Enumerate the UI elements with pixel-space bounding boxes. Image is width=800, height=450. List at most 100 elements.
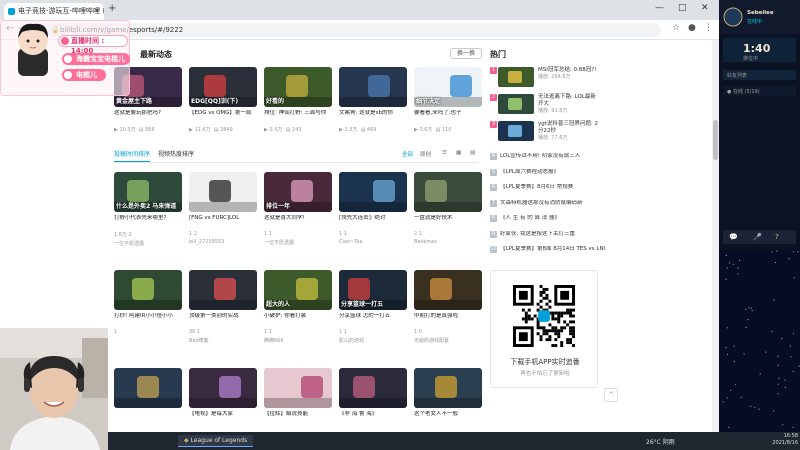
view-grid-icon[interactable]: ▦ [456,150,461,156]
video-thumbnail[interactable]: 排位一年 [264,172,332,212]
browser-tab[interactable]: 电子竞技-游玩互-哔哩哔哩 (゜-゜) ✕ [4,3,104,20]
friends-header[interactable]: 好友列表 [727,72,747,79]
tab-hotness[interactable]: 视频热度排序 [158,149,194,158]
uploader-name[interactable]: bili_27239553 [189,239,257,245]
video-card[interactable]: 排位一年 这就是喜大同学! 1 1 一位不愿透露 [264,172,332,246]
video-thumbnail[interactable]: 超大的人 [264,270,332,310]
video-thumbnail[interactable] [189,368,257,408]
video-thumbnail[interactable] [114,368,182,408]
mic-icon[interactable]: 🎤 [753,233,762,241]
video-card[interactable]: 【电视】是每大家 [189,368,257,429]
uploader-name[interactable]: Bakkmas [414,239,482,245]
hot-list-item[interactable]: 9 好家伙, 我这是按这下关灯三重 [490,230,605,238]
profile-icon[interactable]: ● [688,23,696,33]
video-title[interactable]: 【EDG vs OMG】第一局 [189,110,257,124]
hot-title[interactable]: ygt说科普三冠界问题: 2分22秒 [538,121,600,135]
uploader-name[interactable]: 一位不愿透露 [114,240,182,247]
swap-button[interactable]: 换一换 [450,48,482,59]
video-title[interactable]: 文案狗: 这就是sb的你 [339,110,407,124]
video-title[interactable]: 排位: 神仙打野: 三面与你 [264,110,332,124]
video-title[interactable]: 分享篮球 怎的一打五 [339,313,407,327]
video-thumbnail[interactable]: 细节决定 [414,67,482,107]
video-thumbnail[interactable]: 分享篮球一打五 [339,270,407,310]
hot-list-item[interactable]: 7 文森特机器这那没有消防鼠编码新 [490,199,605,207]
video-title[interactable]: [FNG vs FURC]LOL [189,215,257,229]
video-card[interactable]: 中期打的是真强啦 1 0 无敌的游戏配置 [414,270,482,344]
star-icon[interactable]: ☆ [672,23,680,33]
hot-thumbnail[interactable] [498,94,534,114]
video-card[interactable]: 这个老女人不一般 [414,368,482,429]
video-card[interactable]: 超大的人 小破护: 你看打装 1 1 腾腾666 [264,270,332,344]
new-tab-button[interactable]: + [108,3,116,14]
uploader-name[interactable]: Bad博客 [189,337,257,344]
video-card[interactable]: 文案狗: 这就是sb的你 ▶ 1.3万 ▤ 469 [339,67,407,133]
close-window-button[interactable]: ✕ [701,3,709,13]
taskbar-clock[interactable]: 16:58 2021/8/16 [748,433,798,447]
hot-list-item[interactable]: 10 【LPL夏季赛】第8周 8月14日 TES vs LNG [490,246,605,253]
video-title[interactable]: 一盘就是好技术 [414,215,482,229]
help-icon[interactable]: ? [775,233,779,241]
chat-icon[interactable]: 💬 [729,233,738,241]
video-thumbnail[interactable] [339,67,407,107]
video-card[interactable]: 好看的 排位: 神仙打野: 三面与你 ▶ 3.9万 ▤ 243 [264,67,332,133]
uploader-name[interactable]: 无敌的游戏配置 [414,337,482,344]
back-to-top-button[interactable]: ^ [604,388,618,402]
video-title[interactable]: 《非 海 鲁 海》 [339,411,407,425]
video-card[interactable]: 细节决定 要看看,来吗了,也子 ▶ 3.6万 ▤ 110 [414,67,482,133]
hot-item[interactable]: 2 无法逃离下路: LOL最新开大 播放: 91.8万 [490,94,600,116]
video-title[interactable]: 这个老女人不一般 [414,411,482,425]
hot-title[interactable]: 无法逃离下路: LOL最新开大 [538,94,600,108]
hot-thumbnail[interactable] [498,121,534,141]
taskbar-lol-app[interactable]: ◆ League of Legends [178,435,254,447]
video-card[interactable]: [FNG vs FURC]LOL 1 2 bili_27239553 [189,172,257,245]
qr-code[interactable] [513,285,575,347]
uploader-name[interactable]: 一位不愿透露 [264,239,332,246]
video-thumbnail[interactable] [414,270,482,310]
video-thumbnail[interactable]: 什么是外卖2 马来弹道 [114,172,182,212]
menu-dots-icon[interactable]: ⋮ [704,23,713,33]
video-card[interactable]: EDG[QQ]训(下) 【EDG vs OMG】第一局 ▶ 11.6万 ▤ 2849 [189,67,257,133]
video-card[interactable]: 《非 海 鲁 海》 [339,368,407,429]
hot-item[interactable]: 1 MSI冠军总结: 0.88冠?! 播放: 284.6万 [490,67,600,89]
url-field[interactable]: 🔒 bilibili.com/v/game/esports/#/9222 [46,23,661,37]
minimize-button[interactable]: — [655,3,664,13]
video-title[interactable]: 【拉辉】解说技能 [264,411,332,425]
video-title[interactable]: 这就是要玩那把吗? [114,110,182,124]
taskbar-weather[interactable]: 26°C 阴雨 [646,437,675,446]
maximize-button[interactable]: □ [678,3,687,13]
hot-item[interactable]: 3 ygt说科普三冠界问题: 2分22秒 播放: 77.6万 [490,121,600,143]
hot-list-item[interactable]: 6 【LPL夏季赛】8月6日 常规赛 [490,184,605,191]
view-large-icon[interactable]: ▤ [470,150,475,156]
video-title[interactable]: 打野小代表先来哪里? [114,215,182,229]
video-thumbnail[interactable] [339,172,407,212]
video-thumbnail[interactable]: 好看的 [264,67,332,107]
video-title[interactable]: 中期打的是真强啦 [414,313,482,327]
page-scrollbar[interactable] [712,40,719,432]
hot-title[interactable]: MSI冠军总结: 0.88冠?! [538,67,600,74]
video-card[interactable]: 分享篮球一打五 分享篮球 怎的一打五 1 1 影山的游戏 [339,270,407,344]
video-title[interactable]: 打秒! 阿建IR小小怪小小 [114,313,182,327]
video-card[interactable]: 【拉辉】解说技能 [264,368,332,429]
video-card[interactable]: 一盘就是好技术 2 1 Bakkmas [414,172,482,245]
uploader-name[interactable]: Ciao~Tea [339,239,407,245]
video-title[interactable]: 顶级第一类别的实战 [189,313,257,327]
uploader-name[interactable]: 腾腾666 [264,337,332,344]
tab-close-icon[interactable]: ✕ [94,3,100,20]
video-title[interactable]: 要看看,来吗了,也子 [414,110,482,124]
filter-all[interactable]: 全部 [402,150,413,158]
video-title[interactable] [114,411,182,425]
video-thumbnail[interactable] [189,270,257,310]
video-thumbnail[interactable] [339,368,407,408]
video-thumbnail[interactable] [264,368,332,408]
video-thumbnail[interactable]: EDG[QQ]训(下) [189,67,257,107]
video-card[interactable]: 什么是外卖2 马来弹道 打野小代表先来哪里? 1.6万 2 一位不愿透露 [114,172,182,247]
video-thumbnail[interactable] [414,368,482,408]
tab-upload-time[interactable]: 投稿时间排序 [114,149,151,162]
scroll-thumb[interactable] [713,120,718,160]
view-list-icon[interactable]: ☰ [442,150,447,156]
video-card[interactable]: 顶级第一类别的实战 36 1 Bad博客 [189,270,257,344]
hot-thumbnail[interactable] [498,67,534,87]
video-card[interactable]: 打秒! 阿建IR小小怪小小 1 [114,270,182,337]
video-thumbnail[interactable] [414,172,482,212]
video-thumbnail[interactable] [189,172,257,212]
